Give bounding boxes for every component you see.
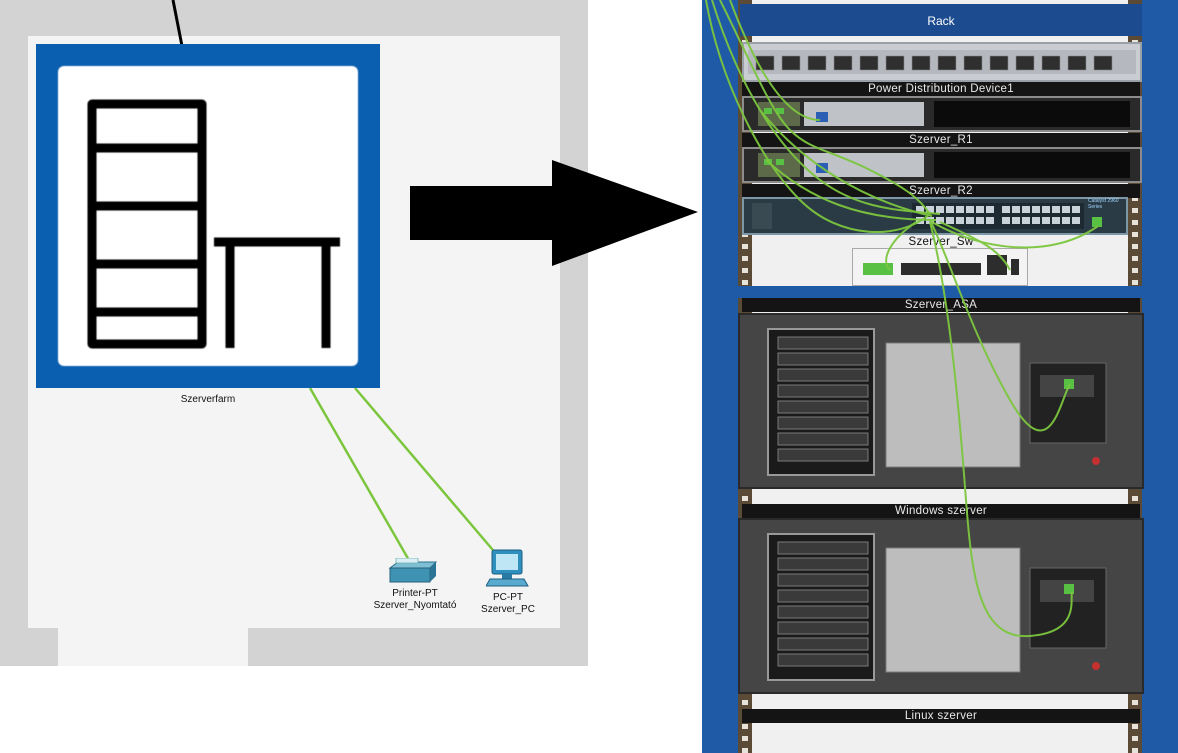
rack-cabling: [705, 0, 1099, 638]
